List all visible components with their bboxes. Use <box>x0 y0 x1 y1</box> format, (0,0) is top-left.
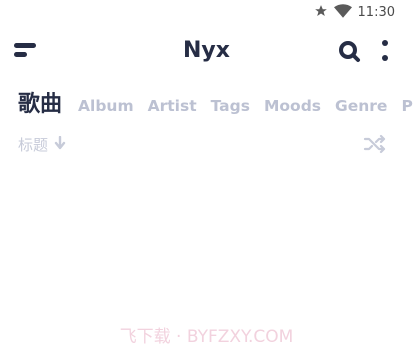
category-tabs: 歌曲 Album Artist Tags Moods Genre P <box>18 86 413 118</box>
star-icon <box>314 3 328 22</box>
tab-genre[interactable]: Genre <box>335 97 387 115</box>
shuffle-icon <box>363 134 386 154</box>
tab-songs[interactable]: 歌曲 <box>18 86 62 118</box>
shuffle-button[interactable] <box>363 134 387 154</box>
wifi-icon <box>333 3 352 22</box>
tab-tags[interactable]: Tags <box>211 97 250 115</box>
status-time: 11:30 <box>357 5 395 20</box>
search-icon <box>339 41 360 62</box>
sort-label: 标题 <box>18 136 49 154</box>
tab-partial[interactable]: P <box>401 97 412 115</box>
status-icons: 11:30 <box>314 3 395 22</box>
tab-moods[interactable]: Moods <box>264 97 321 115</box>
more-options-button[interactable] <box>378 38 392 64</box>
arrow-down-icon <box>54 135 66 154</box>
more-vert-icon <box>382 40 388 61</box>
watermark: 飞下载 · BYFZXY.COM <box>119 327 294 347</box>
tab-album[interactable]: Album <box>78 97 134 115</box>
status-bar: 11:30 <box>0 0 413 22</box>
search-button[interactable] <box>336 38 362 64</box>
tab-artist[interactable]: Artist <box>148 97 197 115</box>
app-bar: Nyx <box>0 30 413 74</box>
sort-control[interactable]: 标题 <box>18 134 66 155</box>
